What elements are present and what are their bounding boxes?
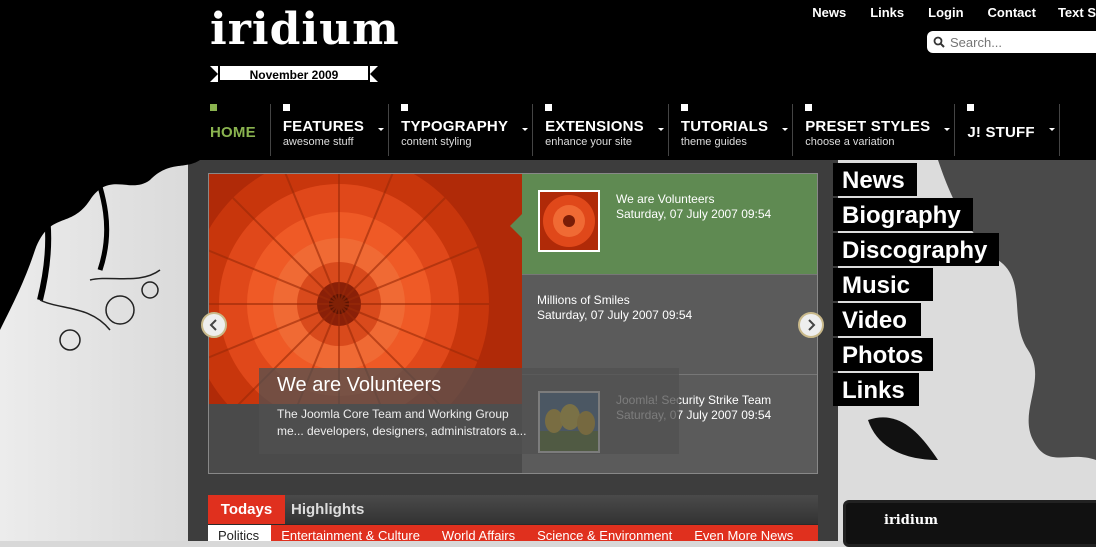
chevron-down-icon — [944, 128, 951, 131]
chevron-down-icon — [1048, 128, 1055, 131]
nav-label: FEATURES — [282, 118, 365, 135]
tree-silhouette-art — [0, 100, 200, 351]
tab-politics[interactable]: Politics — [208, 525, 272, 543]
slideshow-prev-button[interactable] — [201, 312, 227, 338]
slide-caption: We are Volunteers The Joomla Core Team a… — [259, 368, 679, 454]
todays-highlights: Todays Highlights Politics Entertainment… — [208, 495, 818, 543]
active-slide-pointer — [510, 214, 522, 238]
highlights-tabs: Politics Entertainment & Culture World A… — [208, 525, 818, 543]
slideshow-next-button[interactable] — [798, 312, 824, 338]
nav-item-features[interactable]: FEATURES awesome stuff — [271, 104, 390, 156]
nav-item-tutorials[interactable]: TUTORIALS theme guides — [669, 104, 794, 156]
chevron-left-icon — [209, 319, 217, 331]
nav-label: TUTORIALS — [680, 118, 769, 135]
featured-slideshow: We are Volunteers Saturday, 07 July 2007… — [208, 173, 818, 474]
side-menu-label: News — [842, 167, 905, 194]
theme-preview-thumbnail[interactable]: iridium — [843, 500, 1096, 547]
chevron-right-icon — [808, 319, 816, 331]
caption-title: We are Volunteers — [277, 374, 442, 396]
nav-item-extensions[interactable]: EXTENSIONS enhance your site — [533, 104, 669, 156]
search-icon — [933, 36, 945, 48]
site-logo[interactable]: iridium November 2009 — [210, 4, 400, 84]
side-menu-label: Biography — [842, 202, 961, 229]
search-input[interactable] — [950, 34, 1090, 50]
side-menu-label: Photos — [842, 342, 924, 369]
ribbon-tail-right — [370, 66, 378, 82]
nav-sublabel: enhance your site — [545, 136, 632, 148]
nav-label: HOME — [210, 124, 256, 141]
tab-science-environment[interactable]: Science & Environment — [527, 525, 684, 543]
nav-marker — [967, 104, 975, 111]
nav-label: J! STUFF — [967, 124, 1035, 141]
nav-sublabel: content styling — [401, 136, 472, 148]
slide-item-1[interactable]: We are Volunteers Saturday, 07 July 2007… — [522, 174, 817, 274]
ribbon-tail-left — [210, 66, 218, 82]
tab-entertainment-culture[interactable]: Entertainment & Culture — [271, 525, 432, 543]
nav-item-j-stuff[interactable]: J! STUFF — [955, 104, 1060, 156]
side-menu-label: Links — [842, 377, 905, 404]
toplink-login[interactable]: Login — [928, 5, 963, 20]
chevron-down-icon — [378, 128, 385, 131]
highlights-title: Highlights — [291, 501, 365, 518]
nav-label: EXTENSIONS — [545, 118, 644, 135]
nav-item-preset-styles[interactable]: PRESET STYLES choose a variation — [793, 104, 956, 156]
tab-even-more-news[interactable]: Even More News — [684, 525, 805, 543]
highlights-todays-label: Todays — [208, 495, 285, 524]
slide-date: Saturday, 07 July 2007 09:54 — [616, 207, 772, 221]
nav-marker — [401, 104, 409, 111]
logo-wordmark: iridium — [210, 4, 400, 55]
nav-marker — [805, 104, 813, 111]
nav-marker — [545, 104, 553, 111]
slide-date: Saturday, 07 July 2007 09:54 — [537, 308, 693, 322]
toplink-links[interactable]: Links — [870, 5, 904, 20]
slide-item-2[interactable]: Millions of Smiles Saturday, 07 July 200… — [522, 274, 817, 374]
nav-item-home[interactable]: HOME — [208, 104, 271, 156]
chevron-down-icon — [657, 128, 664, 131]
flower-thumbnail-icon — [540, 192, 598, 250]
slide-thumbnail — [538, 190, 600, 252]
side-menu-label: Music — [842, 272, 911, 299]
side-menu-label: Discography — [842, 237, 988, 264]
nav-sublabel: choose a variation — [805, 136, 895, 148]
chevron-down-icon — [782, 128, 789, 131]
side-menu-label: Video — [842, 307, 907, 334]
highlights-header: Todays Highlights — [208, 495, 818, 524]
chevron-down-icon — [522, 128, 529, 131]
slide-title: Millions of Smiles — [537, 293, 630, 307]
main-nav: HOME FEATURES awesome stuff TYPOGRAPHY c… — [208, 104, 1060, 156]
toplink-news[interactable]: News — [812, 5, 846, 20]
nav-label: PRESET STYLES — [805, 118, 931, 135]
toplink-text-size[interactable]: Text S — [1058, 5, 1096, 20]
caption-text: The Joomla Core Team and Working Group m… — [277, 407, 527, 438]
nav-sublabel: theme guides — [680, 136, 747, 148]
promo-logo: iridium — [884, 513, 938, 528]
nav-marker — [680, 104, 688, 111]
nav-sublabel: awesome stuff — [282, 136, 354, 148]
slide-title: We are Volunteers — [616, 192, 715, 206]
top-links: News Links Login Contact Text S — [788, 5, 1096, 20]
tab-world-affairs[interactable]: World Affairs — [432, 525, 527, 543]
search-box — [927, 31, 1096, 53]
nav-item-typography[interactable]: TYPOGRAPHY content styling — [389, 104, 534, 156]
nav-marker — [282, 104, 290, 111]
nav-label: TYPOGRAPHY — [401, 118, 509, 135]
nav-marker — [210, 104, 217, 111]
logo-date-ribbon: November 2009 — [218, 64, 370, 82]
toplink-contact[interactable]: Contact — [988, 5, 1036, 20]
